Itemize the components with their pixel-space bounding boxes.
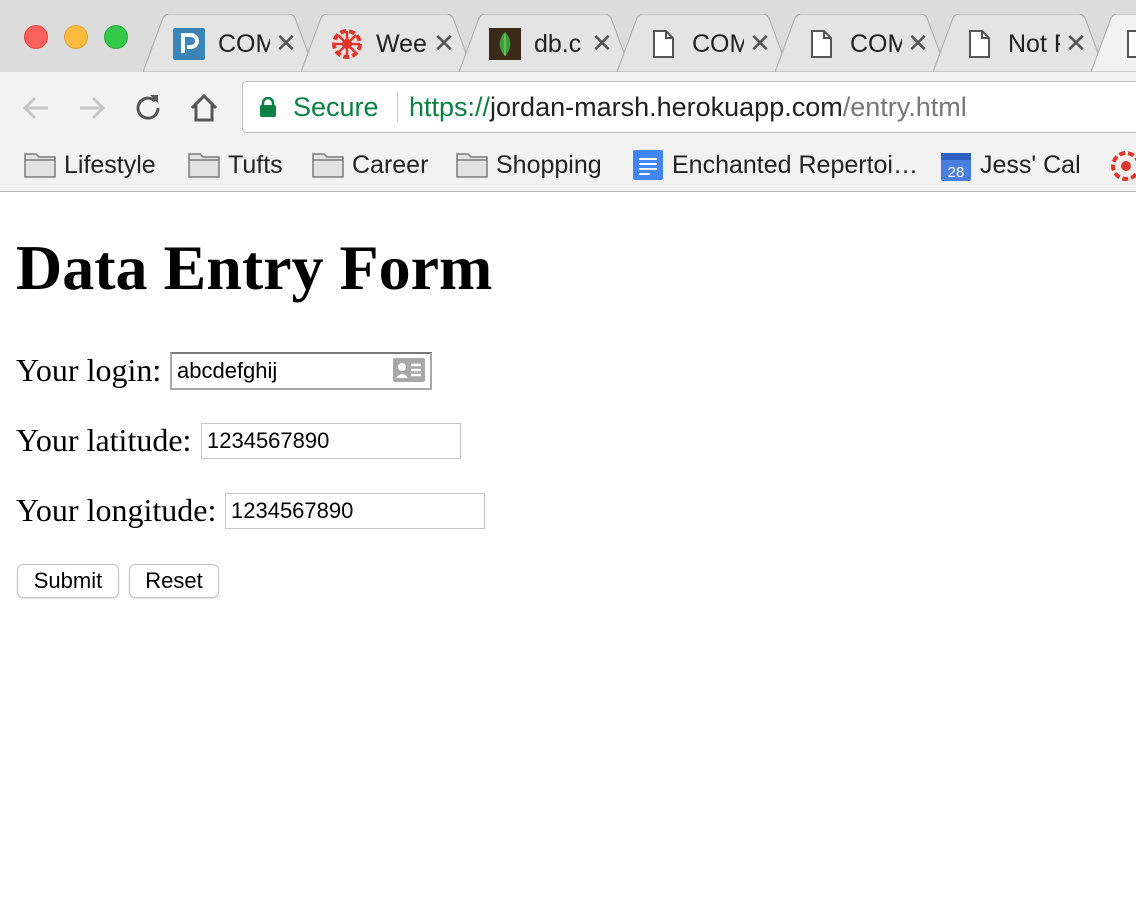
tab-title: Week 8 xyxy=(376,30,428,58)
tab-strip: COMP 20 ✕ Week 8 ✕ db.c ✕ COMP ✕ COMP xyxy=(0,0,1136,72)
tab-close-icon[interactable]: ✕ xyxy=(589,29,615,57)
google-docs-icon xyxy=(632,150,664,180)
tab-comp-a[interactable]: COMP ✕ xyxy=(617,14,789,72)
tab-comp-b[interactable]: COMP ✕ xyxy=(775,14,947,72)
tab-close-icon[interactable]: ✕ xyxy=(905,29,931,57)
tab-not-found[interactable]: Not Found ✕ xyxy=(933,14,1105,72)
folder-icon xyxy=(24,150,56,178)
url-scheme: https:// xyxy=(409,92,491,122)
login-label: Your login: xyxy=(16,352,162,388)
window-maximize-button[interactable] xyxy=(104,25,128,49)
page-title: Data Entry Form xyxy=(16,232,493,303)
submit-button[interactable]: Submit xyxy=(17,564,119,598)
secure-label: Secure xyxy=(293,92,379,122)
window-close-button[interactable] xyxy=(24,25,48,49)
forward-arrow-icon[interactable] xyxy=(74,90,110,126)
lock-icon xyxy=(259,96,277,117)
tab-close-icon[interactable]: ✕ xyxy=(1063,29,1089,57)
address-bar[interactable]: Secure https://jordan-marsh.herokuapp.co… xyxy=(242,81,1136,133)
tab-db[interactable]: db.c ✕ xyxy=(459,14,631,72)
tab-close-icon[interactable]: ✕ xyxy=(273,29,299,57)
document-icon xyxy=(805,28,837,60)
longitude-input[interactable]: 1234567890 xyxy=(225,493,485,529)
latitude-value: 1234567890 xyxy=(207,428,330,453)
tab-active[interactable] xyxy=(1091,14,1136,72)
longitude-value: 1234567890 xyxy=(231,498,354,523)
tab-title: COMP 20 xyxy=(218,30,270,58)
bookmark-label: Shopping xyxy=(496,151,602,179)
bookmark-overflow[interactable] xyxy=(1110,148,1136,182)
url-text[interactable]: https://jordan-marsh.herokuapp.com/entry… xyxy=(409,91,967,123)
document-icon xyxy=(647,28,679,60)
latitude-input[interactable]: 1234567890 xyxy=(201,423,461,459)
login-value: abcdefghij xyxy=(177,358,278,383)
back-arrow-icon[interactable] xyxy=(18,90,54,126)
tab-week8[interactable]: Week 8 ✕ xyxy=(301,14,473,72)
calendar-day-number: 28 xyxy=(948,164,965,181)
bookmark-label: Tufts xyxy=(228,151,283,179)
bookmark-label: Enchanted Repertoi… xyxy=(672,151,918,179)
tab-title: COMP xyxy=(850,30,902,58)
asterisk-red-icon xyxy=(1110,150,1136,181)
tab-close-icon[interactable]: ✕ xyxy=(431,29,457,57)
asterisk-red-icon xyxy=(331,28,363,60)
browser-toolbar: Secure https://jordan-marsh.herokuapp.co… xyxy=(0,72,1136,142)
document-icon xyxy=(963,28,995,60)
url-host: jordan-marsh.herokuapp.com xyxy=(490,92,843,122)
document-icon xyxy=(1121,28,1136,60)
folder-icon xyxy=(188,150,220,178)
mongodb-leaf-icon xyxy=(489,28,521,60)
tab-title: Not Found xyxy=(1008,30,1060,58)
latitude-label: Your latitude: xyxy=(16,422,192,458)
login-input[interactable]: abcdefghij xyxy=(170,352,432,390)
tab-title: COMP xyxy=(692,30,744,58)
reload-icon[interactable] xyxy=(130,90,166,126)
bookmark-label: Lifestyle xyxy=(64,151,156,179)
bookmark-label: Jess' Cal xyxy=(980,151,1081,179)
tab-comp20[interactable]: COMP 20 ✕ xyxy=(143,14,315,72)
reset-button[interactable]: Reset xyxy=(129,564,219,598)
page-content: Data Entry Form Your login: abcdefghij Y… xyxy=(0,192,1136,918)
tab-close-icon[interactable]: ✕ xyxy=(747,29,773,57)
url-path: /entry.html xyxy=(842,92,967,122)
tab-title: db.c xyxy=(534,30,582,58)
bookmarks-bar: Lifestyle Tufts Career Shopping Enchante… xyxy=(0,142,1136,192)
longitude-label: Your longitude: xyxy=(16,492,217,528)
bookmark-label: Career xyxy=(352,151,429,179)
google-calendar-icon: 28 xyxy=(940,150,972,181)
window-minimize-button[interactable] xyxy=(64,25,88,49)
p-logo-icon xyxy=(173,28,205,60)
folder-icon xyxy=(456,150,488,178)
omnibox-divider xyxy=(397,92,398,122)
contact-card-icon[interactable] xyxy=(392,357,426,383)
folder-icon xyxy=(312,150,344,178)
home-icon[interactable] xyxy=(186,90,222,126)
